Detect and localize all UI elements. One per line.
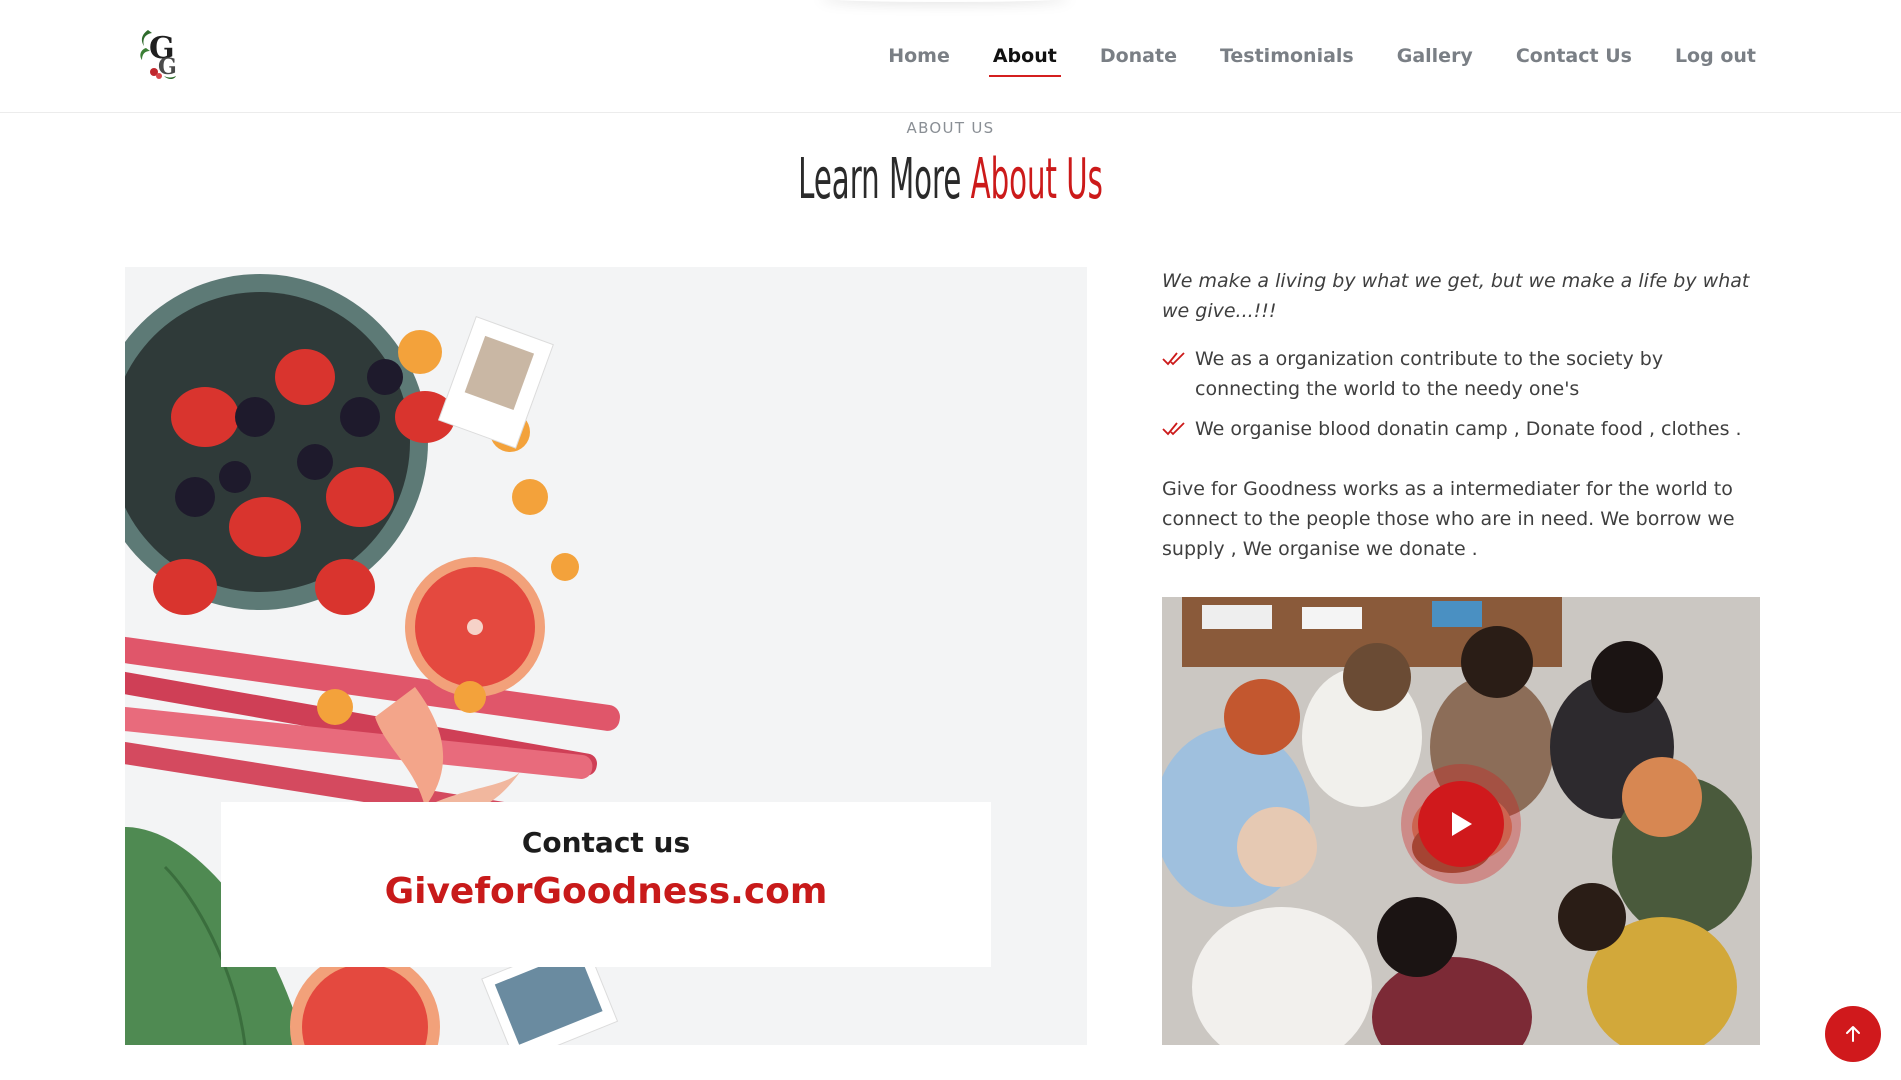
section-heading: Learn More About Us xyxy=(399,147,1502,212)
heading-accent: About Us xyxy=(970,147,1103,212)
about-quote: We make a living by what we get, but we … xyxy=(1162,270,1750,322)
contact-card: Contact us GiveforGoodness.com xyxy=(221,802,991,967)
nav-contact-us[interactable]: Contact Us xyxy=(1516,33,1632,79)
nav-donate[interactable]: Donate xyxy=(1100,33,1177,79)
nav-testimonials[interactable]: Testimonials xyxy=(1220,33,1354,79)
bullet-text: We organise blood donatin camp , Donate … xyxy=(1195,418,1742,440)
contact-card-site-link[interactable]: GiveforGoodness.com xyxy=(221,871,991,912)
contact-card-title: Contact us xyxy=(521,826,691,859)
bullet-text: We as a organization contribute to the s… xyxy=(1195,348,1664,400)
list-item: We organise blood donatin camp , Donate … xyxy=(1162,414,1762,444)
double-check-icon xyxy=(1162,422,1185,436)
list-item: We as a organization contribute to the s… xyxy=(1162,344,1762,404)
heading-main: Learn More xyxy=(798,147,971,212)
about-bullet-list: We as a organization contribute to the s… xyxy=(1162,344,1762,444)
about-content: We make a living by what we get, but we … xyxy=(1162,266,1762,564)
section-eyebrow: ABOUT US xyxy=(906,119,995,137)
arrow-up-icon xyxy=(1846,1026,1860,1042)
play-icon xyxy=(1452,812,1472,836)
nav-logout[interactable]: Log out xyxy=(1675,33,1756,79)
double-check-icon xyxy=(1162,352,1185,366)
logo-icon[interactable]: G G xyxy=(138,24,188,82)
nav-gallery[interactable]: Gallery xyxy=(1397,33,1473,79)
about-paragraph: Give for Goodness works as a intermediat… xyxy=(1162,478,1735,560)
play-video-button[interactable] xyxy=(1418,781,1504,867)
back-to-top-button[interactable] xyxy=(1825,1006,1881,1062)
nav-home[interactable]: Home xyxy=(888,33,950,79)
main-nav: Home About Donate Testimonials Gallery C… xyxy=(845,0,1756,112)
site-header: G G Home About Donate Testimonials Galle… xyxy=(0,0,1901,113)
nav-about[interactable]: About xyxy=(988,33,1061,79)
